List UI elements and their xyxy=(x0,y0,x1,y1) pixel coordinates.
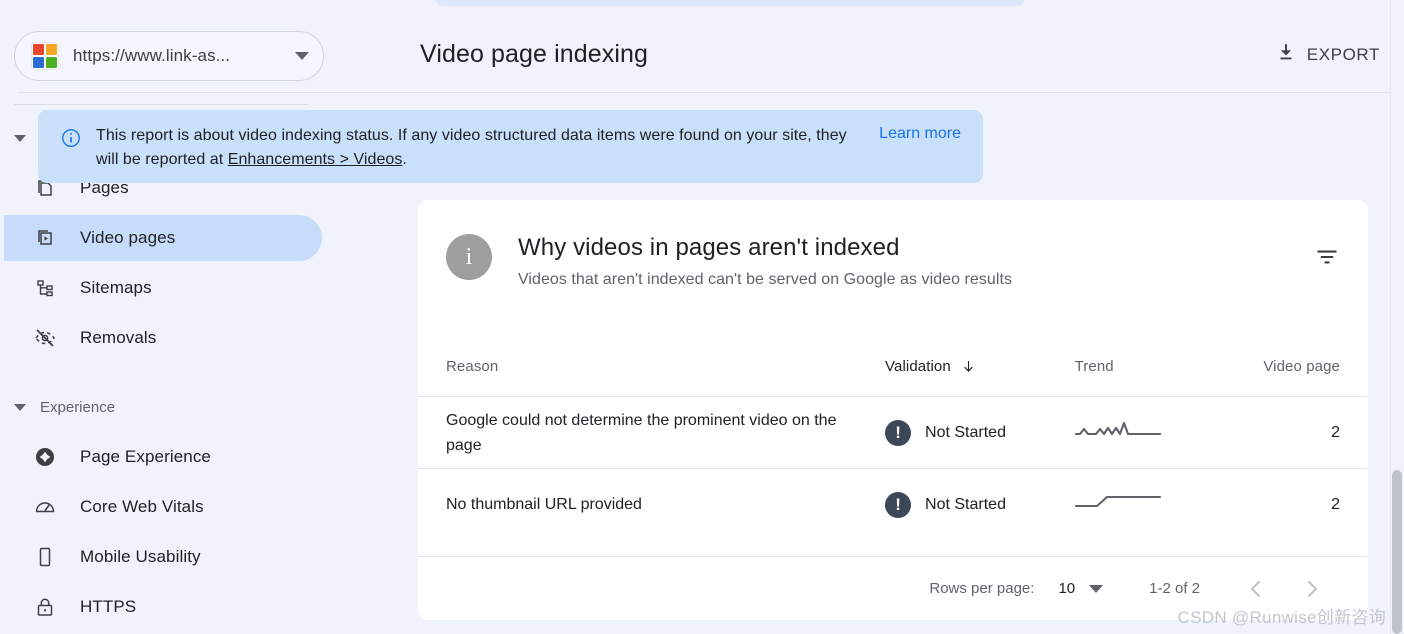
sidebar-item-label: Video pages xyxy=(80,228,176,247)
page-scrollbar[interactable] xyxy=(1390,0,1404,634)
cell-trend xyxy=(1074,491,1233,518)
trend-sparkline xyxy=(1074,421,1161,436)
column-header-video-page[interactable]: Video page xyxy=(1232,358,1340,375)
lock-icon xyxy=(32,594,58,620)
next-page-button[interactable] xyxy=(1292,569,1332,609)
chevron-down-icon xyxy=(14,403,26,411)
enhancements-videos-link[interactable]: Enhancements > Videos xyxy=(228,151,403,168)
rows-per-page-value: 10 xyxy=(1058,580,1076,597)
export-label: EXPORT xyxy=(1306,44,1380,64)
banner-text: This report is about video indexing stat… xyxy=(96,124,861,172)
page-experience-icon xyxy=(32,444,58,470)
exclamation-circle-icon: ! xyxy=(885,419,912,446)
sidebar-item-label: HTTPS xyxy=(80,597,137,616)
table-header-row: Reason Validation Trend Video page xyxy=(418,336,1368,396)
page-header: Video page indexing EXPORT xyxy=(420,30,1384,92)
learn-more-link[interactable]: Learn more xyxy=(879,125,961,143)
column-header-validation[interactable]: Validation xyxy=(885,358,1075,375)
previous-page-button[interactable] xyxy=(1236,569,1276,609)
sidebar-item-label: Removals xyxy=(80,328,157,347)
sidebar-item-https[interactable]: HTTPS xyxy=(4,584,322,630)
column-header-label: Validation xyxy=(885,357,951,375)
rows-per-page-label: Rows per page: xyxy=(929,580,1035,597)
cell-validation: ! Not Started xyxy=(885,419,1075,446)
sitemaps-icon xyxy=(32,275,58,301)
sidebar: https://www.link-as... Index Pages xyxy=(0,0,400,634)
mobile-phone-icon xyxy=(32,544,58,570)
chevron-down-icon xyxy=(1089,584,1104,593)
pagination-range: 1-2 of 2 xyxy=(1149,580,1200,597)
table-row[interactable]: No thumbnail URL provided ! Not Started … xyxy=(418,468,1368,540)
chevron-down-icon[interactable] xyxy=(295,52,309,60)
sidebar-item-page-experience[interactable]: Page Experience xyxy=(4,434,322,480)
sidebar-divider xyxy=(14,104,308,105)
card-title-block: Why videos in pages aren't indexed Video… xyxy=(518,234,1314,289)
info-circle-icon xyxy=(60,127,82,154)
sidebar-item-sitemaps[interactable]: Sitemaps xyxy=(4,265,322,311)
column-header-trend[interactable]: Trend xyxy=(1075,358,1233,375)
banner-text-before: This report is about video indexing stat… xyxy=(96,127,847,168)
table-row[interactable]: Google could not determine the prominent… xyxy=(418,396,1368,468)
status-badge: Not Started xyxy=(925,423,1006,441)
rows-per-page-select[interactable]: 10 xyxy=(1058,580,1104,597)
cell-reason: No thumbnail URL provided xyxy=(446,496,642,513)
sidebar-item-core-web-vitals[interactable]: Core Web Vitals xyxy=(4,484,322,530)
cell-reason: Google could not determine the prominent… xyxy=(446,411,837,454)
sidebar-item-label: Mobile Usability xyxy=(80,547,201,566)
info-avatar: i xyxy=(446,234,492,280)
google-search-console-favicon xyxy=(31,42,59,70)
filter-list-icon[interactable] xyxy=(1314,244,1340,275)
property-selector[interactable]: https://www.link-as... xyxy=(14,31,324,81)
sidebar-item-video-pages[interactable]: Video pages xyxy=(4,215,322,261)
header-divider xyxy=(18,92,1404,93)
card-title: Why videos in pages aren't indexed xyxy=(518,234,900,261)
column-header-reason[interactable]: Reason xyxy=(446,358,885,375)
scrollbar-thumb[interactable] xyxy=(1392,470,1402,634)
sidebar-item-mobile-usability[interactable]: Mobile Usability xyxy=(4,534,322,580)
cell-validation: ! Not Started xyxy=(885,491,1075,518)
property-url: https://www.link-as... xyxy=(73,46,231,65)
trend-sparkline xyxy=(1074,495,1161,508)
card-header: i Why videos in pages aren't indexed Vid… xyxy=(446,234,1340,289)
sidebar-item-label: Sitemaps xyxy=(80,278,152,297)
exclamation-circle-icon: ! xyxy=(885,491,912,518)
sidebar-item-removals[interactable]: Removals xyxy=(4,315,322,361)
why-videos-not-indexed-card: i Why videos in pages aren't indexed Vid… xyxy=(418,200,1368,620)
sidebar-item-label: Core Web Vitals xyxy=(80,497,204,516)
nav-group-experience[interactable]: Experience xyxy=(14,396,115,418)
page-title: Video page indexing xyxy=(420,40,649,68)
status-badge: Not Started xyxy=(925,495,1006,513)
removals-eye-off-icon xyxy=(32,325,58,351)
cell-trend xyxy=(1074,419,1233,446)
card-subtitle: Videos that aren't indexed can't be serv… xyxy=(518,271,1013,288)
core-web-vitals-gauge-icon xyxy=(32,494,58,520)
cell-video-page-count: 2 xyxy=(1331,495,1340,513)
sidebar-item-label: Page Experience xyxy=(80,447,211,466)
banner-text-after: . xyxy=(402,151,407,168)
video-pages-icon xyxy=(32,225,58,251)
nav-group-label: Experience xyxy=(40,398,116,416)
download-icon xyxy=(1275,41,1297,68)
reasons-table: Reason Validation Trend Video page Googl… xyxy=(418,336,1368,540)
sort-descending-icon xyxy=(961,359,976,374)
info-banner: This report is about video indexing stat… xyxy=(38,110,983,183)
cell-video-page-count: 2 xyxy=(1331,423,1340,441)
export-button[interactable]: EXPORT xyxy=(1275,41,1384,68)
chevron-down-icon xyxy=(14,134,26,142)
table-pagination: Rows per page: 10 1-2 of 2 xyxy=(418,556,1368,620)
search-console-app: https://www.link-as... Index Pages xyxy=(0,0,1404,634)
